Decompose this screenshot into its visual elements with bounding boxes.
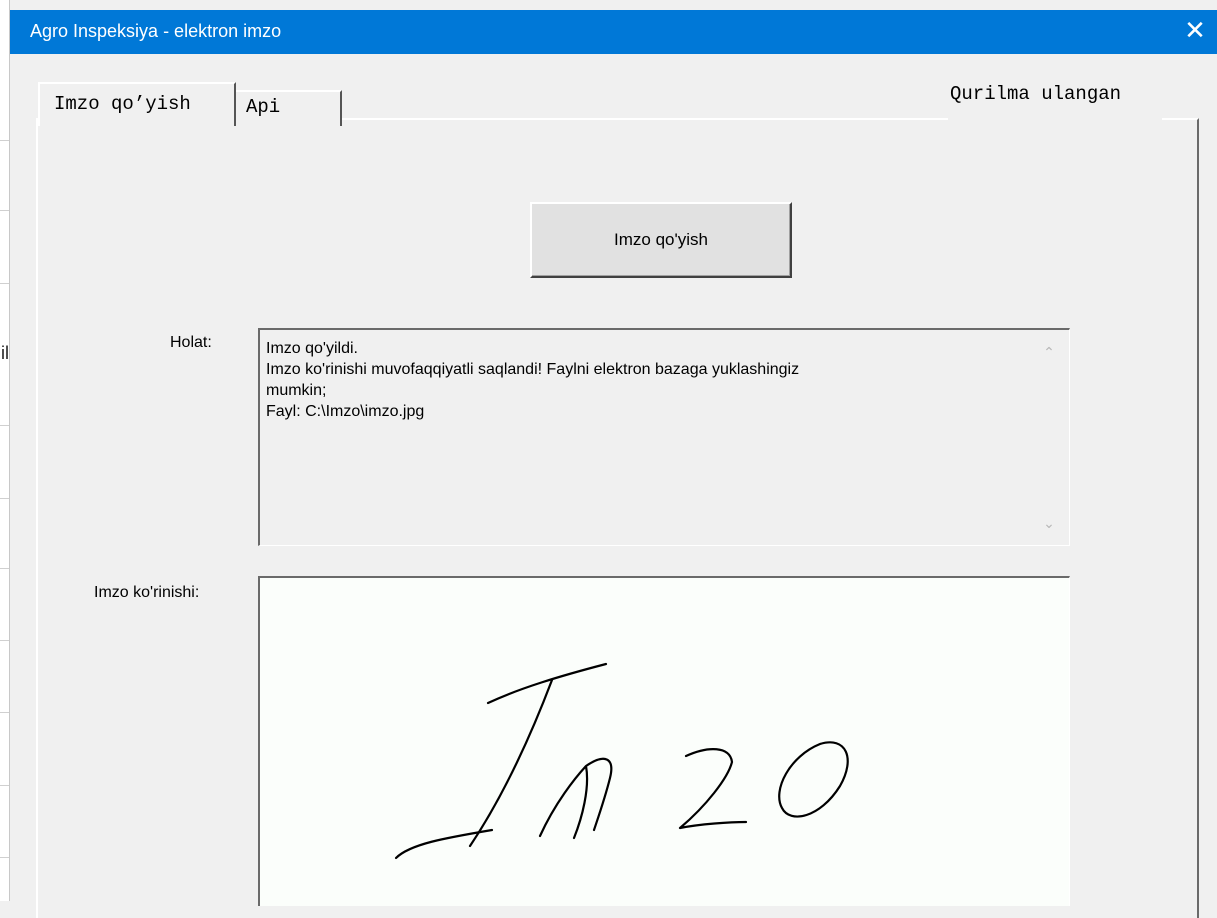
signature-strokes — [394, 662, 849, 860]
grid-line — [0, 712, 9, 713]
device-status-label: Qurilma ulangan — [948, 80, 1162, 122]
signature-dialog: Agro Inspeksiya - elektron imzo ✕ Imzo q… — [10, 10, 1217, 918]
status-label: Holat: — [170, 334, 212, 351]
grid-line — [0, 283, 9, 284]
close-icon[interactable]: ✕ — [1173, 10, 1217, 50]
grid-line — [0, 140, 9, 141]
grid-line — [0, 568, 9, 569]
tab-api[interactable]: Api — [236, 90, 342, 126]
window-title: Agro Inspeksiya - elektron imzo — [30, 21, 282, 41]
sign-button[interactable]: Imzo qo'yish — [530, 202, 792, 278]
signature-label: Imzo ko'rinishi: — [94, 584, 200, 601]
status-textarea[interactable]: Imzo qo'yildi. Imzo ko'rinishi muvofaqqi… — [258, 328, 1070, 546]
status-line: mumkin; — [266, 382, 327, 399]
grid-line — [0, 425, 9, 426]
sign-button-label: Imzo qo'yish — [614, 230, 708, 249]
signature-preview — [258, 576, 1070, 906]
grid-line — [0, 640, 9, 641]
tab-label: Api — [246, 96, 281, 118]
scroll-up-arrow-icon[interactable]: ⌃ — [1037, 340, 1061, 364]
grid-line — [0, 498, 9, 499]
title-bar[interactable]: Agro Inspeksiya - elektron imzo ✕ — [10, 10, 1217, 54]
tab-label: Imzo qo’yish — [54, 93, 191, 115]
background-text-fragment: il — [1, 343, 9, 363]
scroll-down-arrow-icon[interactable]: ⌄ — [1037, 511, 1061, 535]
signature-stroke — [468, 678, 554, 848]
signature-image — [394, 662, 849, 860]
status-text: Imzo qo'yildi. Imzo ko'rinishi muvofaqqi… — [266, 338, 1026, 422]
signature-stroke — [486, 662, 608, 705]
signature-stroke — [678, 748, 748, 830]
grid-line — [0, 785, 9, 786]
status-line: Imzo ko'rinishi muvofaqqiyatli saqlandi!… — [266, 361, 800, 378]
signature-stroke — [778, 741, 849, 818]
status-line: Fayl: C:\Imzo\imzo.jpg — [266, 403, 425, 420]
status-line: Imzo qo'yildi. — [266, 340, 358, 357]
signature-stroke — [538, 757, 613, 840]
background-window-edge: il — [0, 0, 10, 901]
grid-line — [0, 857, 9, 858]
tab-imzo-qoyish[interactable]: Imzo qo’yish — [38, 82, 236, 126]
grid-line — [0, 210, 9, 211]
